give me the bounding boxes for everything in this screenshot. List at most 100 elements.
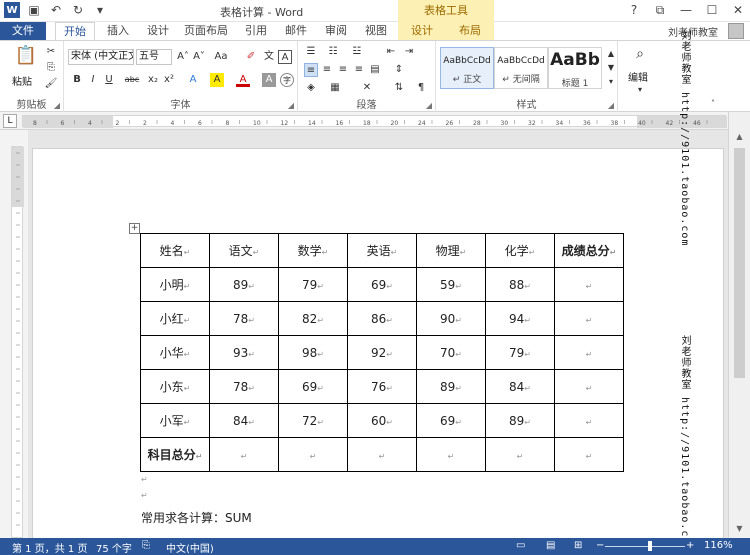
table-cell[interactable]: ↵ <box>554 301 624 336</box>
show-marks-icon[interactable]: ¶ <box>414 81 428 95</box>
table-cell[interactable]: ↵ <box>416 437 486 472</box>
table-cell[interactable]: 98↵ <box>278 335 348 370</box>
user-name[interactable]: 刘老师教室 <box>668 24 718 39</box>
align-right-icon[interactable]: ≡ <box>336 63 350 77</box>
italic-button[interactable]: I <box>86 73 100 87</box>
bullets-icon[interactable]: ☰ <box>304 45 318 59</box>
avatar[interactable] <box>728 23 744 39</box>
borders-icon[interactable]: ▦ <box>328 81 342 95</box>
style-scroll-up-icon[interactable]: ▲ <box>604 47 618 61</box>
tab-table-design[interactable]: 设计 <box>398 22 446 40</box>
enclose-char-icon[interactable]: 字 <box>280 73 294 87</box>
vertical-scrollbar[interactable]: ▲ ▼ <box>728 112 750 538</box>
cut-icon[interactable]: ✂ <box>44 45 58 59</box>
table-cell[interactable]: ↵ <box>347 437 417 472</box>
table-cell[interactable]: 69↵ <box>416 403 486 438</box>
proofing-icon[interactable]: ⎘ <box>142 540 150 551</box>
style-more-icon[interactable]: ▾ <box>604 75 618 89</box>
table-cell[interactable]: 科目总分↵ <box>140 437 210 472</box>
table-cell[interactable]: 82↵ <box>278 301 348 336</box>
zoom-in-button[interactable]: + <box>686 540 694 551</box>
vertical-ruler[interactable] <box>0 130 28 538</box>
table-cell[interactable]: 小东↵ <box>140 369 210 404</box>
tab-design[interactable]: 设计 <box>140 22 176 40</box>
tab-insert[interactable]: 插入 <box>100 22 136 40</box>
table-cell[interactable]: 69↵ <box>278 369 348 404</box>
shading-icon[interactable]: ◈ <box>304 81 318 95</box>
table-cell[interactable]: ↵ <box>554 437 624 472</box>
read-mode-icon[interactable]: ▭ <box>516 540 525 551</box>
table-cell[interactable]: 70↵ <box>416 335 486 370</box>
tab-home[interactable]: 开始 <box>55 22 95 40</box>
font-size-combo[interactable]: 五号 <box>136 49 172 65</box>
table-cell[interactable]: 成绩总分↵ <box>554 233 624 268</box>
table-cell[interactable]: 89↵ <box>416 369 486 404</box>
paste-icon[interactable]: 📋 <box>14 47 38 71</box>
table-move-handle-icon[interactable]: + <box>129 223 140 234</box>
align-left-icon[interactable]: ≡ <box>304 63 318 77</box>
clipboard-launcher-icon[interactable]: ◢ <box>54 101 60 110</box>
table-cell[interactable]: ↵ <box>554 267 624 302</box>
word-count[interactable]: 75 个字 <box>96 540 132 555</box>
table-cell[interactable]: 79↵ <box>278 267 348 302</box>
table-cell[interactable]: 94↵ <box>485 301 555 336</box>
style-no-spacing[interactable]: AaBbCcDd ↵ 无间隔 <box>494 47 548 89</box>
char-border-icon[interactable]: A <box>278 50 292 64</box>
ribbon-display-button[interactable]: ⧉ <box>652 2 668 18</box>
superscript-button[interactable]: x² <box>162 73 176 87</box>
table-cell[interactable]: 英语↵ <box>347 233 417 268</box>
styles-launcher-icon[interactable]: ◢ <box>608 101 614 110</box>
table-cell[interactable]: ↵ <box>278 437 348 472</box>
paragraph-launcher-icon[interactable]: ◢ <box>426 101 432 110</box>
sort-icon[interactable]: ⇅ <box>392 81 406 95</box>
table-cell[interactable]: 小明↵ <box>140 267 210 302</box>
scroll-up-icon[interactable]: ▲ <box>734 132 745 141</box>
collapse-ribbon-icon[interactable]: ˄ <box>706 97 720 111</box>
font-color-icon[interactable]: A <box>236 73 250 87</box>
char-shading-icon[interactable]: A <box>262 73 276 87</box>
shrink-font-icon[interactable]: A˅ <box>192 50 206 64</box>
table-cell[interactable]: 72↵ <box>278 403 348 438</box>
save-icon[interactable]: ▣ <box>26 2 42 18</box>
zoom-out-button[interactable]: − <box>596 540 604 551</box>
redo-icon[interactable]: ↻ <box>70 2 86 18</box>
table-cell[interactable]: ↵ <box>554 369 624 404</box>
line-spacing-icon[interactable]: ⇕ <box>392 63 406 77</box>
table-cell[interactable]: 78↵ <box>209 301 279 336</box>
undo-icon[interactable]: ↶ <box>48 2 64 18</box>
customize-qat-icon[interactable]: ▾ <box>92 2 108 18</box>
table-cell[interactable]: 小军↵ <box>140 403 210 438</box>
maximize-button[interactable]: ☐ <box>704 2 720 18</box>
table-cell[interactable]: 89↵ <box>485 403 555 438</box>
clear-format-icon[interactable]: ✐ <box>244 50 258 64</box>
table-cell[interactable]: 76↵ <box>347 369 417 404</box>
table-cell[interactable]: 88↵ <box>485 267 555 302</box>
editing-group[interactable]: ⌕ 编辑 ▾ <box>618 41 662 113</box>
minimize-button[interactable]: — <box>678 2 694 18</box>
table-cell[interactable]: ↵ <box>485 437 555 472</box>
numbering-icon[interactable]: ☷ <box>326 45 340 59</box>
table-cell[interactable]: 60↵ <box>347 403 417 438</box>
web-layout-icon[interactable]: ⊞ <box>574 540 582 551</box>
align-center-icon[interactable]: ≡ <box>320 63 334 77</box>
tab-page-layout[interactable]: 页面布局 <box>180 22 232 40</box>
format-painter-icon[interactable]: 🖌 <box>44 77 58 91</box>
table-cell[interactable]: 语文↵ <box>209 233 279 268</box>
table-cell[interactable]: 姓名↵ <box>140 233 210 268</box>
sum-text[interactable]: 常用求各计算：SUM <box>141 509 252 526</box>
phonetic-icon[interactable]: 文 <box>262 50 276 64</box>
font-name-combo[interactable]: 宋体 (中文正文) <box>68 49 134 65</box>
table-cell[interactable]: 小红↵ <box>140 301 210 336</box>
table-cell[interactable]: 69↵ <box>347 267 417 302</box>
table-cell[interactable]: 86↵ <box>347 301 417 336</box>
score-table[interactable]: 姓名↵ 语文↵ 数学↵ 英语↵ 物理↵ 化学↵ 成绩总分↵ 小明↵ 89↵ 79↵ 69↵ 59↵ 88… <box>140 233 624 472</box>
horizontal-ruler[interactable]: L 8 6 4 2 2 4 6 8 10 12 14 16 18 20 24 26 28 30 32 34 36 38 40… <box>0 112 728 130</box>
table-cell[interactable]: 79↵ <box>485 335 555 370</box>
justify-icon[interactable]: ≡ <box>352 63 366 77</box>
language[interactable]: 中文(中国) <box>166 540 214 555</box>
table-cell[interactable]: 数学↵ <box>278 233 348 268</box>
table-cell[interactable]: 89↵ <box>209 267 279 302</box>
style-normal[interactable]: AaBbCcDd ↵ 正文 <box>440 47 494 89</box>
print-layout-icon[interactable]: ▤ <box>546 540 555 551</box>
strikethrough-button[interactable]: abc <box>122 73 142 87</box>
